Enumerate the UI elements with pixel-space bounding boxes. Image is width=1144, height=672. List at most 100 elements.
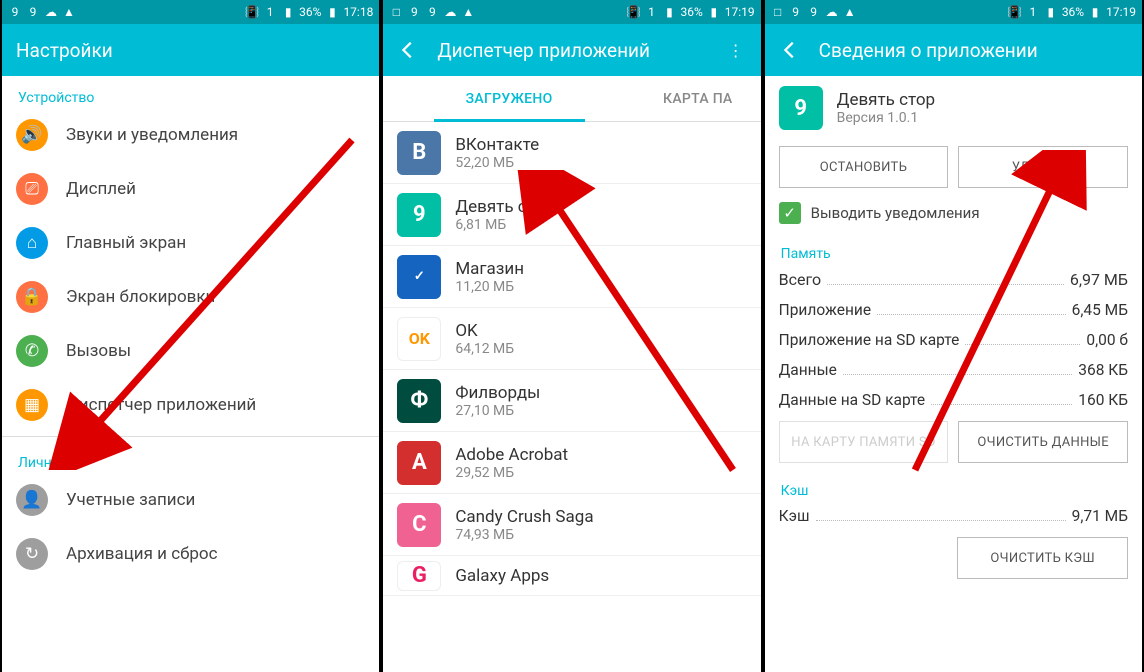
settings-label: Архивация и сброс <box>66 544 218 564</box>
clear-data-button[interactable]: ОЧИСТИТЬ ДАННЫЕ <box>958 421 1128 463</box>
tab-downloaded[interactable]: ЗАГРУЖЕНО <box>383 76 635 121</box>
settings-item-backup[interactable]: ↻ Архивация и сброс <box>2 527 379 581</box>
galaxy-apps-icon: G <box>397 561 441 591</box>
battery-icon: ▮ <box>707 5 721 19</box>
settings-label: Экран блокировки <box>66 287 215 307</box>
settings-label: Диспетчер приложений <box>66 395 256 415</box>
page-title: Диспетчер приложений <box>437 39 706 62</box>
home-icon: ⌂ <box>16 227 48 259</box>
app-item-vk[interactable]: B ВКонтакте 52,20 МБ <box>383 122 760 184</box>
signal-icon: ▮ <box>662 5 676 19</box>
move-to-sd-button: НА КАРТУ ПАМЯТИ SD <box>779 421 949 463</box>
battery-icon: ▮ <box>1088 5 1102 19</box>
app-item-candy-crush[interactable]: C Candy Crush Saga 74,93 МБ <box>383 494 760 556</box>
clock: 17:19 <box>725 5 755 19</box>
settings-item-calls[interactable]: ✆ Вызовы <box>2 324 379 378</box>
candy-crush-icon: C <box>397 503 441 547</box>
page-title: Настройки <box>16 39 365 62</box>
warning-icon: ▲ <box>843 5 857 19</box>
memory-row-total: Всего6,97 МБ <box>765 264 1142 295</box>
back-icon[interactable] <box>779 39 801 61</box>
app-item-nine-store[interactable]: 9 Девять стор 6,81 МБ <box>383 184 760 246</box>
action-bar: Настройки <box>2 24 379 76</box>
warning-icon: ▲ <box>62 5 76 19</box>
battery-pct: 36% <box>680 5 702 19</box>
settings-item-display[interactable]: ⎚ Дисплей <box>2 162 379 216</box>
battery-pct: 36% <box>1062 5 1084 19</box>
signal-icon: ▮ <box>1044 5 1058 19</box>
nine-store-icon: 9 <box>779 86 823 130</box>
memory-row-app: Приложение6,45 МБ <box>765 295 1142 325</box>
notif-icon: □ <box>771 5 785 19</box>
button-row-2: НА КАРТУ ПАМЯТИ SD ОЧИСТИТЬ ДАННЫЕ <box>765 415 1142 469</box>
tabs: ЗАГРУЖЕНО КАРТА ПА <box>383 76 760 122</box>
back-icon[interactable] <box>397 39 419 61</box>
app-size: 74,93 МБ <box>455 527 593 543</box>
delete-button[interactable]: УДАЛИТЬ <box>958 146 1128 188</box>
sim-icon: 1 <box>1026 5 1040 19</box>
app-name: Магазин <box>455 259 524 279</box>
notif-icon: 9 <box>807 5 821 19</box>
app-size: 6,81 МБ <box>455 217 553 233</box>
section-header-memory: Память <box>765 232 1142 264</box>
screen-app-info: □ 9 9 ☁ ▲ 📳 1 ▮ 36% ▮ 17:19 Сведения о п… <box>763 0 1144 672</box>
divider <box>2 436 379 437</box>
button-row: ОСТАНОВИТЬ УДАЛИТЬ <box>765 140 1142 194</box>
app-item-acrobat[interactable]: A Adobe Acrobat 29,52 МБ <box>383 432 760 494</box>
settings-item-lockscreen[interactable]: 🔒 Экран блокировки <box>2 270 379 324</box>
app-name: Adobe Acrobat <box>455 445 568 465</box>
settings-label: Дисплей <box>66 179 136 199</box>
notif-icon: 9 <box>407 5 421 19</box>
memory-row-app-sd: Приложение на SD карте0,00 б <box>765 325 1142 355</box>
app-size: 64,12 МБ <box>455 341 514 357</box>
notif-icon: 9 <box>789 5 803 19</box>
checkbox-label: Выводить уведомления <box>811 204 980 222</box>
app-item-filwords[interactable]: Ф Филворды 27,10 МБ <box>383 370 760 432</box>
notif-icon: 9 <box>425 5 439 19</box>
app-size: 52,20 МБ <box>455 155 539 171</box>
screen-app-manager: □ 9 9 ☁ ▲ 📳 1 ▮ 36% ▮ 17:19 Диспетчер пр… <box>381 0 762 672</box>
overflow-menu-icon[interactable]: ⋮ <box>725 39 747 61</box>
settings-label: Учетные записи <box>66 490 195 510</box>
vibrate-icon: 📳 <box>1008 5 1022 19</box>
notifications-checkbox-row[interactable]: ✓ Выводить уведомления <box>765 194 1142 232</box>
notif-icon: 9 <box>26 5 40 19</box>
clock: 17:19 <box>1106 5 1136 19</box>
app-item-ok[interactable]: OK OK 64,12 МБ <box>383 308 760 370</box>
memory-row-data-sd: Данные на SD карте160 КБ <box>765 385 1142 415</box>
stop-button[interactable]: ОСТАНОВИТЬ <box>779 146 949 188</box>
app-item-galaxy-apps[interactable]: G Galaxy Apps <box>383 556 760 596</box>
button-row-3: ОЧИСТИТЬ КЭШ <box>765 531 1142 585</box>
settings-item-home[interactable]: ⌂ Главный экран <box>2 216 379 270</box>
accounts-icon: 👤 <box>16 484 48 516</box>
app-name: Candy Crush Saga <box>455 507 593 527</box>
samsung-store-icon: ✓ <box>397 255 441 299</box>
memory-row-data: Данные368 КБ <box>765 355 1142 385</box>
clear-cache-button[interactable]: ОЧИСТИТЬ КЭШ <box>957 537 1128 579</box>
app-size: 27,10 МБ <box>455 403 540 419</box>
lock-icon: 🔒 <box>16 281 48 313</box>
app-name: Филворды <box>455 383 540 403</box>
tab-sdcard[interactable]: КАРТА ПА <box>635 76 761 121</box>
settings-label: Главный экран <box>66 233 186 253</box>
sim-icon: 1 <box>644 5 658 19</box>
ok-icon: OK <box>397 317 441 361</box>
screen-settings: 9 9 ☁ ▲ 📳 1 ▮ 36% ▮ 17:18 Настройки Устр… <box>0 0 381 672</box>
battery-icon: ▮ <box>325 5 339 19</box>
notif-icon: □ <box>389 5 403 19</box>
settings-item-accounts[interactable]: 👤 Учетные записи <box>2 473 379 527</box>
notif-icon: 9 <box>8 5 22 19</box>
page-title: Сведения о приложении <box>819 39 1128 62</box>
status-bar: 9 9 ☁ ▲ 📳 1 ▮ 36% ▮ 17:18 <box>2 0 379 24</box>
cloud-icon: ☁ <box>44 5 58 19</box>
app-item-store[interactable]: ✓ Магазин 11,20 МБ <box>383 246 760 308</box>
app-version: Версия 1.0.1 <box>837 110 935 126</box>
section-header-cache: Кэш <box>765 469 1142 501</box>
vibrate-icon: 📳 <box>245 5 259 19</box>
settings-item-sounds[interactable]: 🔊 Звуки и уведомления <box>2 108 379 162</box>
signal-icon: ▮ <box>281 5 295 19</box>
vk-icon: B <box>397 131 441 175</box>
status-bar: □ 9 9 ☁ ▲ 📳 1 ▮ 36% ▮ 17:19 <box>383 0 760 24</box>
settings-item-app-manager[interactable]: ▦ Диспетчер приложений <box>2 378 379 432</box>
app-name: Девять стор <box>837 90 935 110</box>
